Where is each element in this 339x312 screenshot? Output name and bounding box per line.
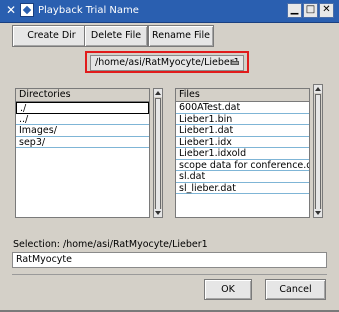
separator	[12, 274, 327, 275]
files-list[interactable]: 600ATest.dat Lieber1.bin Lieber1.dat Lie…	[176, 102, 309, 217]
window-title: Playback Trial Name	[38, 5, 139, 16]
file-item[interactable]: 600ATest.dat	[176, 102, 309, 114]
file-item[interactable]: scope data for conference.dat	[176, 160, 309, 171]
scroll-up-icon[interactable]	[154, 89, 162, 97]
path-dropdown-value: /home/asi/RatMyocyte/Lieber1	[95, 57, 240, 68]
close-button[interactable]: ✕	[319, 3, 334, 18]
cancel-button[interactable]: Cancel	[265, 279, 326, 300]
file-item[interactable]: sl.dat	[176, 171, 309, 183]
scroll-down-icon[interactable]	[154, 209, 162, 217]
minimize-button[interactable]: ▁	[287, 3, 302, 18]
file-item[interactable]: Lieber1.idx	[176, 137, 309, 148]
directories-panel: Directories ./ ../ Images/ sep3/	[15, 88, 150, 218]
title-bar[interactable]: ✕ Playback Trial Name ▁ □ ✕	[0, 0, 339, 23]
directory-item[interactable]: ./	[16, 102, 149, 114]
scroll-up-icon[interactable]	[314, 85, 322, 93]
dropdown-arrow-icon[interactable]	[231, 61, 239, 65]
ok-button[interactable]: OK	[204, 279, 252, 300]
window-menu-icon[interactable]	[20, 3, 34, 17]
file-item[interactable]: Lieber1.idxold	[176, 148, 309, 160]
selection-label: Selection: /home/asi/RatMyocyte/Lieber1	[13, 239, 208, 250]
directories-scroll-thumb[interactable]	[155, 98, 161, 210]
scroll-down-icon[interactable]	[314, 209, 322, 217]
files-header: Files	[176, 89, 309, 102]
create-dir-button[interactable]: Create Dir	[12, 25, 91, 47]
file-item[interactable]: sl_lieber.dat	[176, 183, 309, 194]
directories-scrollbar[interactable]	[153, 88, 163, 218]
selection-input[interactable]: RatMyocyte	[12, 252, 327, 268]
directory-item[interactable]: ../	[16, 114, 149, 125]
directories-list[interactable]: ./ ../ Images/ sep3/	[16, 102, 149, 217]
delete-file-button[interactable]: Delete File	[84, 25, 148, 47]
directories-header: Directories	[16, 89, 149, 102]
path-dropdown[interactable]: /home/asi/RatMyocyte/Lieber1	[90, 55, 244, 71]
x-icon[interactable]: ✕	[4, 3, 18, 17]
files-scroll-thumb[interactable]	[315, 94, 321, 210]
files-panel: Files 600ATest.dat Lieber1.bin Lieber1.d…	[175, 88, 310, 218]
directory-item[interactable]: sep3/	[16, 137, 149, 148]
directory-item[interactable]: Images/	[16, 125, 149, 137]
files-scrollbar[interactable]	[313, 84, 323, 218]
rename-file-button[interactable]: Rename File	[148, 25, 214, 47]
file-item[interactable]: Lieber1.bin	[176, 114, 309, 125]
maximize-button[interactable]: □	[303, 3, 318, 18]
file-item[interactable]: Lieber1.dat	[176, 125, 309, 137]
